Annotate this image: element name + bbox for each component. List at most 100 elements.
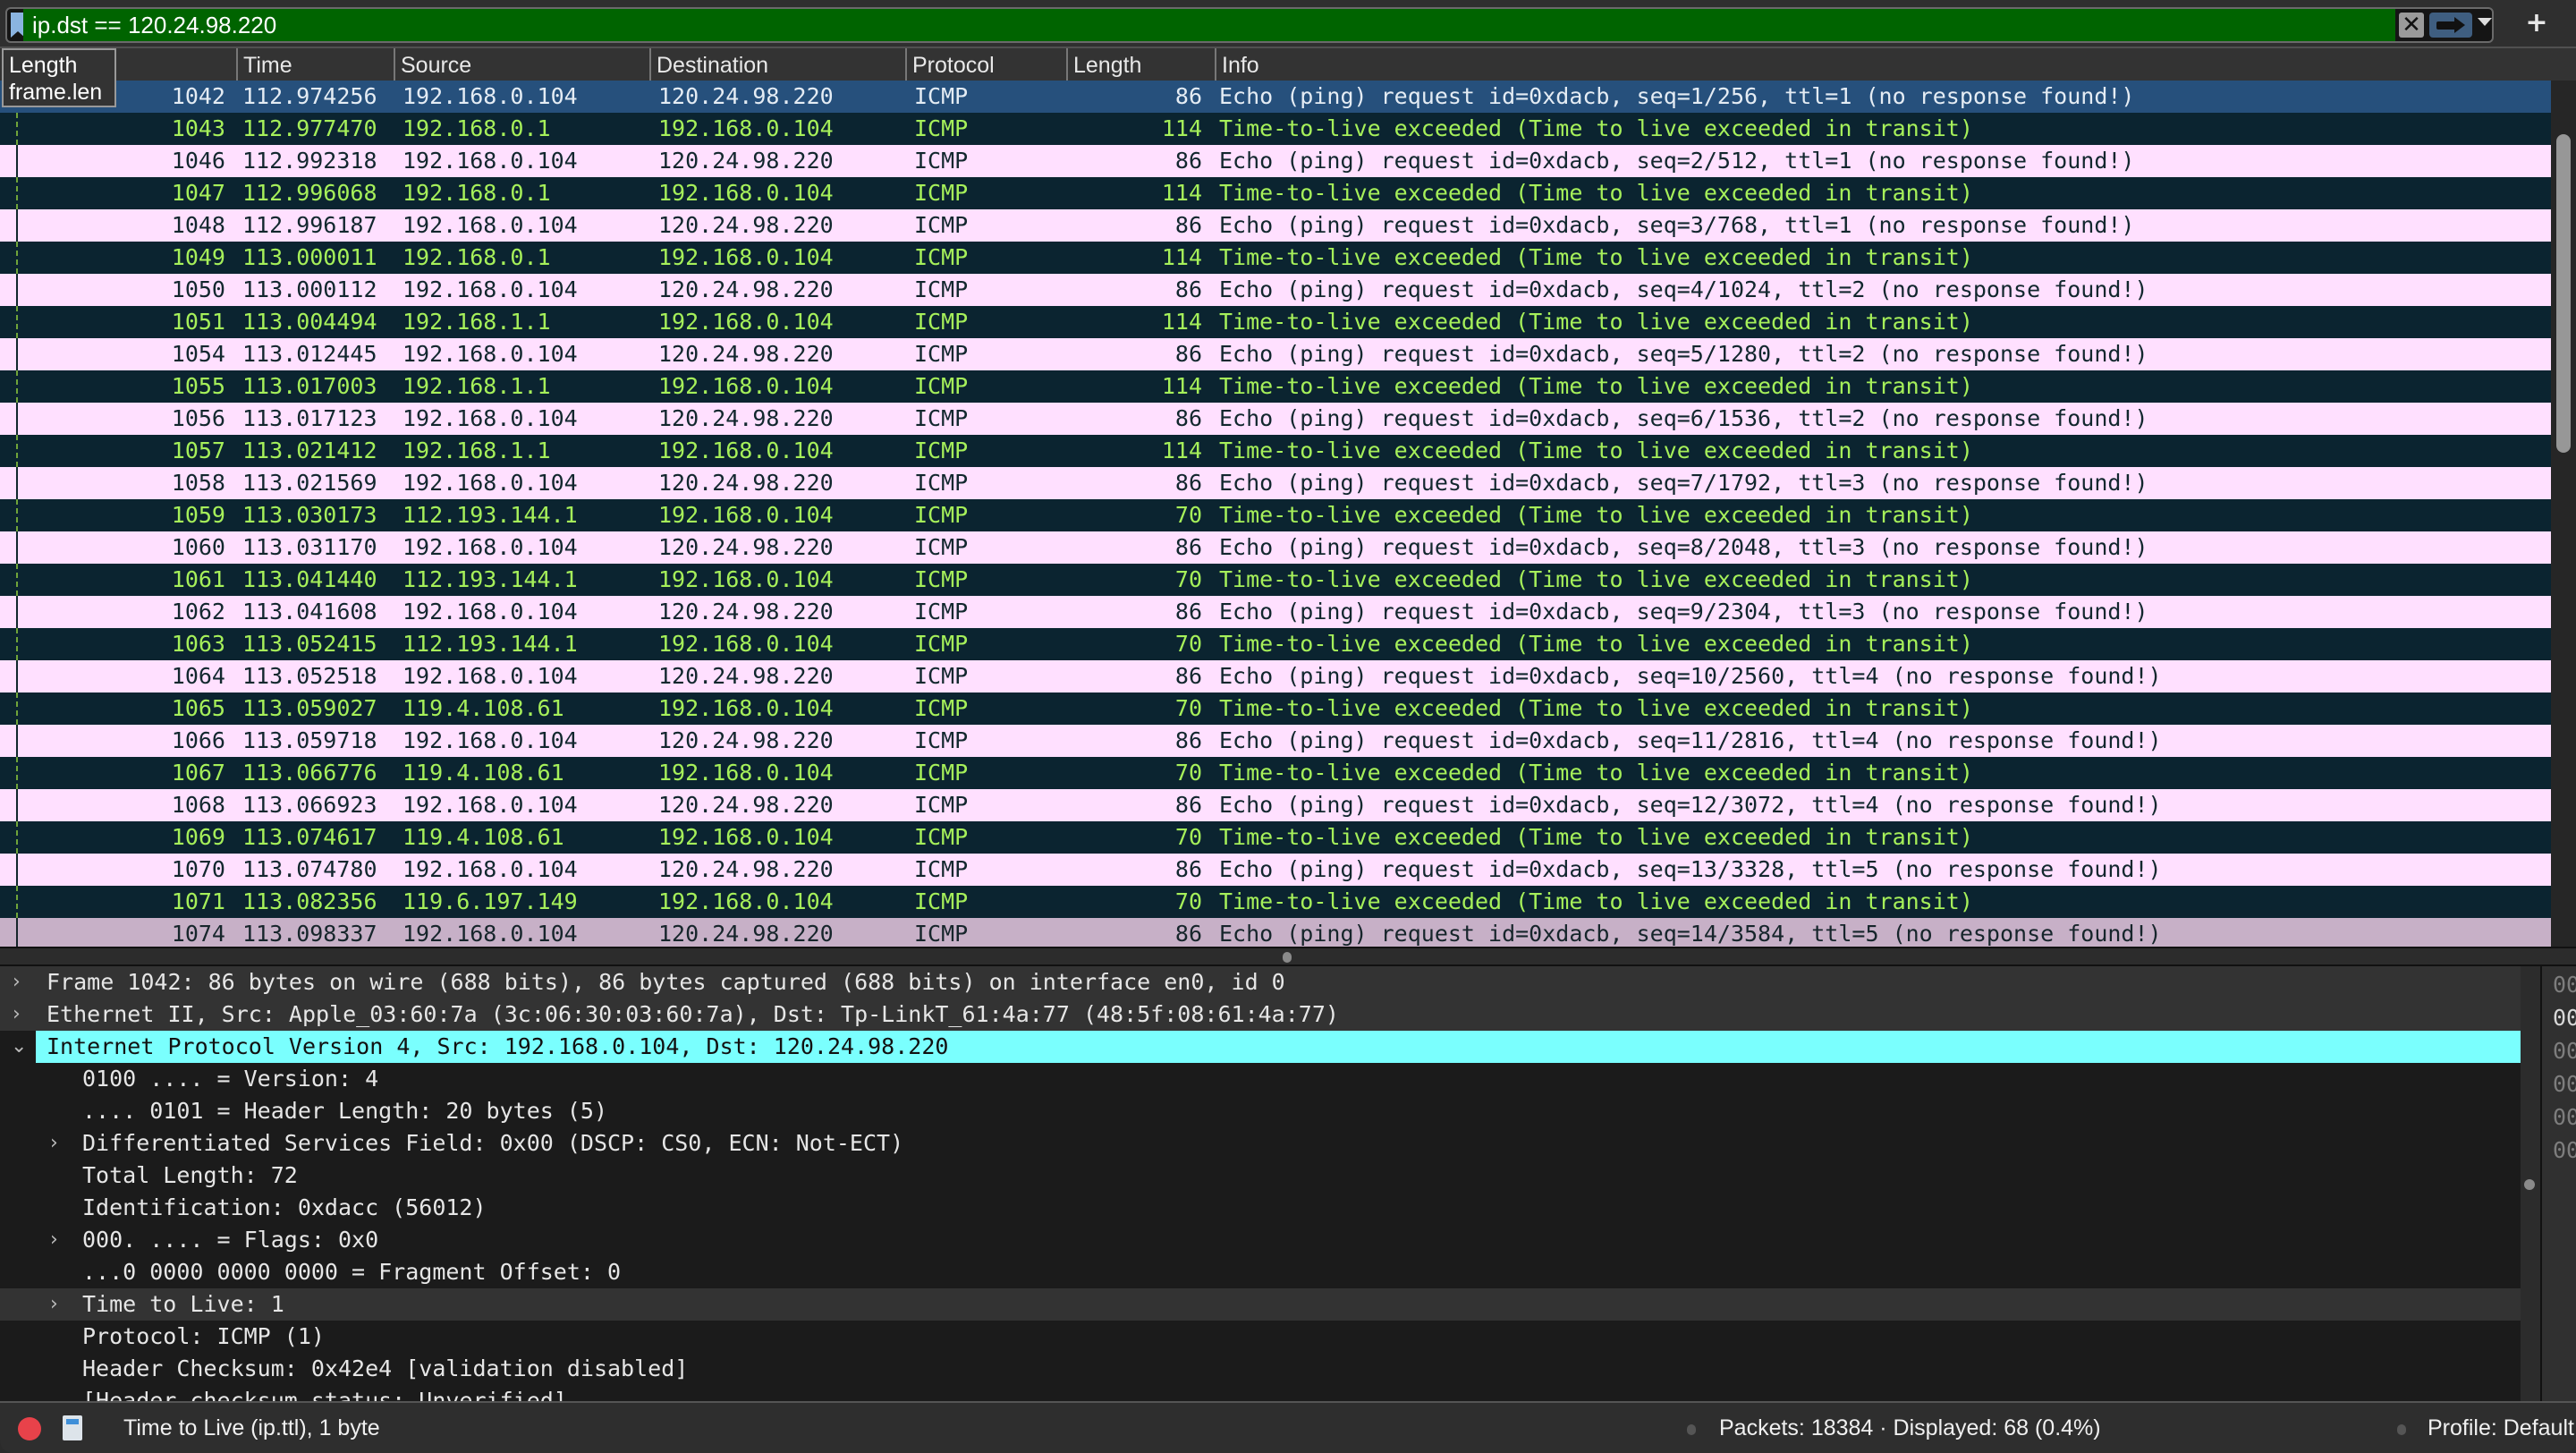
cell-destination: 192.168.0.104 [658,566,834,592]
packet-row[interactable]: 1054 113.012445 192.168.0.104 120.24.98.220… [0,338,2551,370]
record-icon[interactable] [18,1417,41,1440]
packet-row[interactable]: 1065 113.059027 119.4.108.61 192.168.0.104 I… [0,693,2551,725]
detail-tree-item[interactable]: Identification: 0xdacc (56012) [0,1192,2521,1224]
cell-number: 1062 [171,599,225,625]
column-header-info[interactable]: Info [1215,48,2551,81]
pane-splitter[interactable] [0,947,2576,966]
packet-row[interactable]: 1058 113.021569 192.168.0.104 120.24.98.220… [0,467,2551,499]
packet-row[interactable]: 1070 113.074780 192.168.0.104 120.24.98.220… [0,854,2551,886]
packet-row[interactable]: 1048 112.996187 192.168.0.104 120.24.98.220… [0,209,2551,242]
cell-time: 113.031170 [242,534,377,560]
detail-tree-item[interactable]: ...0 0000 0000 0000 = Fragment Offset: 0 [0,1256,2521,1288]
detail-tree-item[interactable]: .... 0101 = Header Length: 20 bytes (5) [0,1095,2521,1127]
packet-row[interactable]: 1059 113.030173 112.193.144.1 192.168.0.104… [0,499,2551,531]
detail-text: 000. .... = Flags: 0x0 [82,1227,379,1253]
vertical-scrollbar-thumb[interactable] [2556,134,2571,453]
packet-row[interactable]: 1069 113.074617 119.4.108.61 192.168.0.104 I… [0,821,2551,854]
packet-row[interactable]: 1043 112.977470 192.168.0.1 192.168.0.104 IC… [0,113,2551,145]
cell-destination: 120.24.98.220 [658,341,834,367]
related-packet-indicator [16,757,18,789]
cell-length: 86 [1174,599,1202,625]
packet-row[interactable]: 1068 113.066923 192.168.0.104 120.24.98.220… [0,789,2551,821]
packet-row[interactable]: 1063 113.052415 112.193.144.1 192.168.0.104… [0,628,2551,660]
cell-info: Echo (ping) request id=0xdacb, seq=1/256… [1219,83,2135,109]
cell-length: 114 [1161,438,1202,463]
packet-row[interactable]: 1061 113.041440 112.193.144.1 192.168.0.104… [0,564,2551,596]
related-packet-indicator [16,789,18,821]
byte-offset: 00 [2553,1005,2576,1031]
column-header-time[interactable]: Time [236,48,394,81]
detail-tree-item[interactable]: › Ethernet II, Src: Apple_03:60:7a (3c:06… [0,998,2521,1031]
cell-destination: 192.168.0.104 [658,824,834,850]
chevron-right-icon[interactable]: › [13,966,21,998]
cell-protocol: ICMP [914,470,969,496]
packet-row[interactable]: 1051 113.004494 192.168.1.1 192.168.0.104 IC… [0,306,2551,338]
detail-tree-item[interactable]: › 000. .... = Flags: 0x0 [0,1224,2521,1256]
details-scrollbar-thumb[interactable] [2524,1179,2535,1190]
packet-row[interactable]: 1049 113.000011 192.168.0.1 192.168.0.104 IC… [0,242,2551,274]
packet-list-header: Time Source Destination Protocol Length … [0,48,2576,81]
packet-row[interactable]: 1060 113.031170 192.168.0.104 120.24.98.220… [0,531,2551,564]
display-filter-input[interactable] [23,9,2395,41]
chevron-right-icon[interactable]: › [50,1224,58,1256]
chevron-down-icon[interactable]: ⌄ [11,1031,27,1063]
cell-info: Echo (ping) request id=0xdacb, seq=13/33… [1219,856,2162,882]
detail-tree-item[interactable]: › Time to Live: 1 [0,1288,2521,1321]
column-header-protocol[interactable]: Protocol [905,48,1066,81]
chevron-right-icon[interactable]: › [13,998,21,1031]
detail-tree-item[interactable]: Total Length: 72 [0,1160,2521,1192]
cell-time: 113.041608 [242,599,377,625]
cell-protocol: ICMP [914,727,969,753]
detail-tree-item[interactable]: Header Checksum: 0x42e4 [validation disa… [0,1353,2521,1385]
packet-row[interactable]: 1042 112.974256 192.168.0.104 120.24.98.220… [0,81,2551,113]
cell-source: 192.168.0.104 [402,341,578,367]
cell-length: 86 [1174,148,1202,174]
cell-length: 114 [1161,309,1202,335]
profile-selector[interactable]: Profile: Default [2428,1403,2574,1453]
column-header-source[interactable]: Source [394,48,649,81]
detail-text: Ethernet II, Src: Apple_03:60:7a (3c:06:… [47,1001,1339,1027]
detail-tree-item[interactable]: [Header checksum status: Unverified] [0,1385,2521,1401]
cell-source: 192.168.0.1 [402,115,551,141]
chevron-right-icon[interactable]: › [50,1288,58,1321]
packet-row[interactable]: 1050 113.000112 192.168.0.104 120.24.98.220… [0,274,2551,306]
column-header-length[interactable]: Length [1066,48,1215,81]
cell-time: 113.012445 [242,341,377,367]
add-filter-button[interactable]: + [2519,5,2555,41]
detail-tree-item[interactable]: › Differentiated Services Field: 0x00 (DS… [0,1127,2521,1160]
splitter-handle[interactable] [1283,952,1292,963]
detail-tree-item[interactable]: Protocol: ICMP (1) [0,1321,2521,1353]
packet-row[interactable]: 1067 113.066776 119.4.108.61 192.168.0.104 I… [0,757,2551,789]
cell-source: 119.6.197.149 [402,888,578,914]
cell-destination: 120.24.98.220 [658,921,834,947]
cell-number: 1055 [171,373,225,399]
packets-count: Packets: 18384 · Displayed: 68 (0.4%) [1719,1415,2101,1440]
cell-source: 112.193.144.1 [402,566,578,592]
packet-row[interactable]: 1062 113.041608 192.168.0.104 120.24.98.220… [0,596,2551,628]
capture-comment-icon[interactable] [63,1415,82,1440]
cell-time: 113.041440 [242,566,377,592]
clear-filter-button[interactable]: ✕ [2399,13,2424,38]
packet-row[interactable]: 1064 113.052518 192.168.0.104 120.24.98.220… [0,660,2551,693]
packet-row[interactable]: 1066 113.059718 192.168.0.104 120.24.98.220… [0,725,2551,757]
detail-tree-item[interactable]: › Frame 1042: 86 bytes on wire (688 bits)… [0,966,2521,998]
packet-row[interactable]: 1071 113.082356 119.6.197.149 192.168.0.104… [0,886,2551,918]
cell-length: 114 [1161,115,1202,141]
packet-row[interactable]: 1074 113.098337 192.168.0.104 120.24.98.220… [0,918,2551,947]
detail-tree-item[interactable]: 0100 .... = Version: 4 [0,1063,2521,1095]
cell-info: Time-to-live exceeded (Time to live exce… [1219,115,1973,141]
chevron-down-icon[interactable] [2478,18,2492,26]
detail-tree-item[interactable]: ⌄ Internet Protocol Version 4, Src: 192.1… [11,1031,2521,1063]
display-filter-frame: ✕ [5,7,2494,43]
cell-protocol: ICMP [914,115,969,141]
packet-row[interactable]: 1055 113.017003 192.168.1.1 192.168.0.104 IC… [0,370,2551,403]
packet-row[interactable]: 1047 112.996068 192.168.0.1 192.168.0.104 IC… [0,177,2551,209]
packet-row[interactable]: 1046 112.992318 192.168.0.104 120.24.98.220… [0,145,2551,177]
apply-filter-button[interactable] [2429,13,2472,38]
column-header-destination[interactable]: Destination [649,48,905,81]
packet-row[interactable]: 1056 113.017123 192.168.0.104 120.24.98.220… [0,403,2551,435]
chevron-right-icon[interactable]: › [50,1127,58,1160]
packet-row[interactable]: 1057 113.021412 192.168.1.1 192.168.0.104 IC… [0,435,2551,467]
cell-number: 1067 [171,760,225,786]
cell-length: 70 [1174,695,1202,721]
